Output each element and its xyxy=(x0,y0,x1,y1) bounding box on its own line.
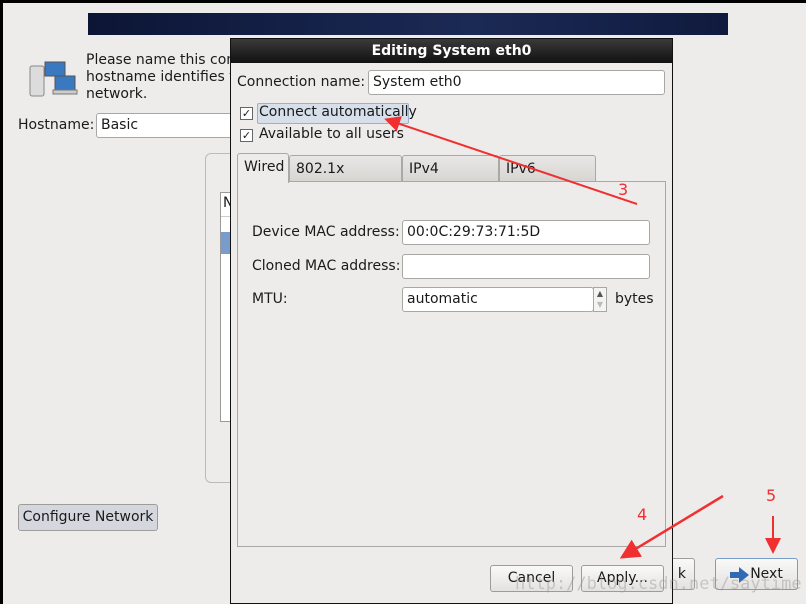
annotation-label-4: 4 xyxy=(637,505,648,524)
annotation-arrow-3 xyxy=(384,116,638,205)
annotation-label-5: 5 xyxy=(766,486,777,505)
watermark: http://blog.csdn.net/saytime xyxy=(515,574,802,594)
tab-wired[interactable]: Wired xyxy=(237,153,289,183)
annotation-layer xyxy=(384,116,781,559)
annotation-label-3: 3 xyxy=(618,180,629,199)
